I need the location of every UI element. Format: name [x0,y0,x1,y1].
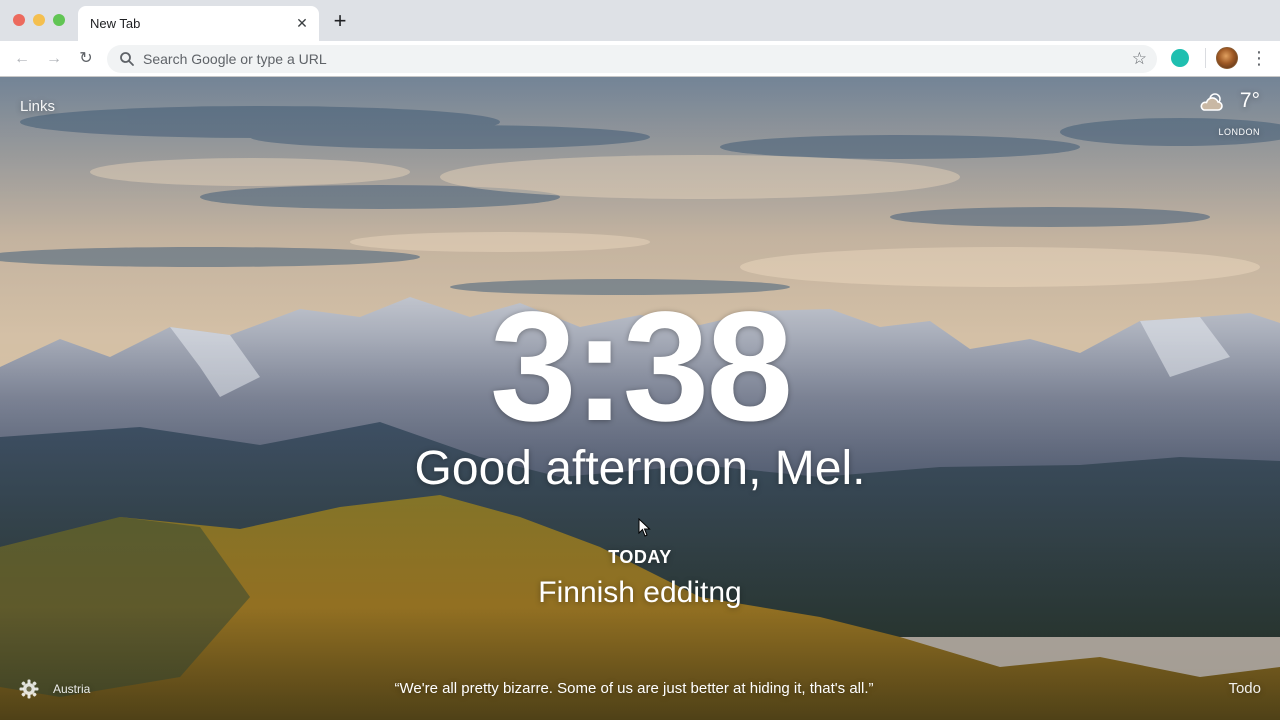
extension-icon[interactable] [1171,49,1189,67]
links-button[interactable]: Links [20,98,55,115]
tab-title: New Tab [90,16,141,31]
forward-button[interactable]: → [42,47,66,71]
menu-dots-icon[interactable]: ⋮ [1250,47,1268,69]
bookmark-star-icon[interactable]: ☆ [1132,49,1147,69]
focus-text[interactable]: Finnish edditng [0,575,1280,611]
profile-avatar[interactable] [1216,47,1238,69]
new-tab-page: Links 7° LONDON 3:38 Good afternoon, Mel… [0,77,1280,720]
mouse-cursor-icon [638,518,651,537]
todo-button[interactable]: Todo [1228,680,1261,697]
search-icon [120,52,134,66]
reload-button[interactable]: ↻ [74,47,98,71]
address-bar[interactable]: ☆ [107,45,1157,73]
toolbar: ← → ↻ ☆ [0,41,1280,77]
clock: 3:38 [489,280,793,454]
maximize-window-button[interactable] [53,14,65,26]
tab-new-tab[interactable]: New Tab ✕ [78,6,319,41]
weather-widget[interactable]: 7° LONDON [1182,89,1262,139]
toolbar-divider [1205,48,1206,68]
address-input[interactable] [141,45,1101,73]
weather-temperature: 7° [1239,89,1260,112]
browser-chrome: New Tab ✕ + ← → ↻ ☆ ⋮ [0,0,1280,77]
focus-label: TODAY [608,547,672,567]
partly-cloudy-icon [1200,93,1223,111]
back-button[interactable]: ← [10,47,34,71]
tab-close-icon[interactable]: ✕ [293,14,311,32]
greeting: Good afternoon, Mel. [414,442,866,495]
minimize-window-button[interactable] [33,14,45,26]
close-window-button[interactable] [13,14,25,26]
tab-strip: New Tab ✕ + [0,0,1280,41]
new-tab-button[interactable]: + [328,10,352,34]
weather-city: LONDON [1218,127,1260,137]
quote: “We're all pretty bizarre. Some of us ar… [394,680,874,697]
